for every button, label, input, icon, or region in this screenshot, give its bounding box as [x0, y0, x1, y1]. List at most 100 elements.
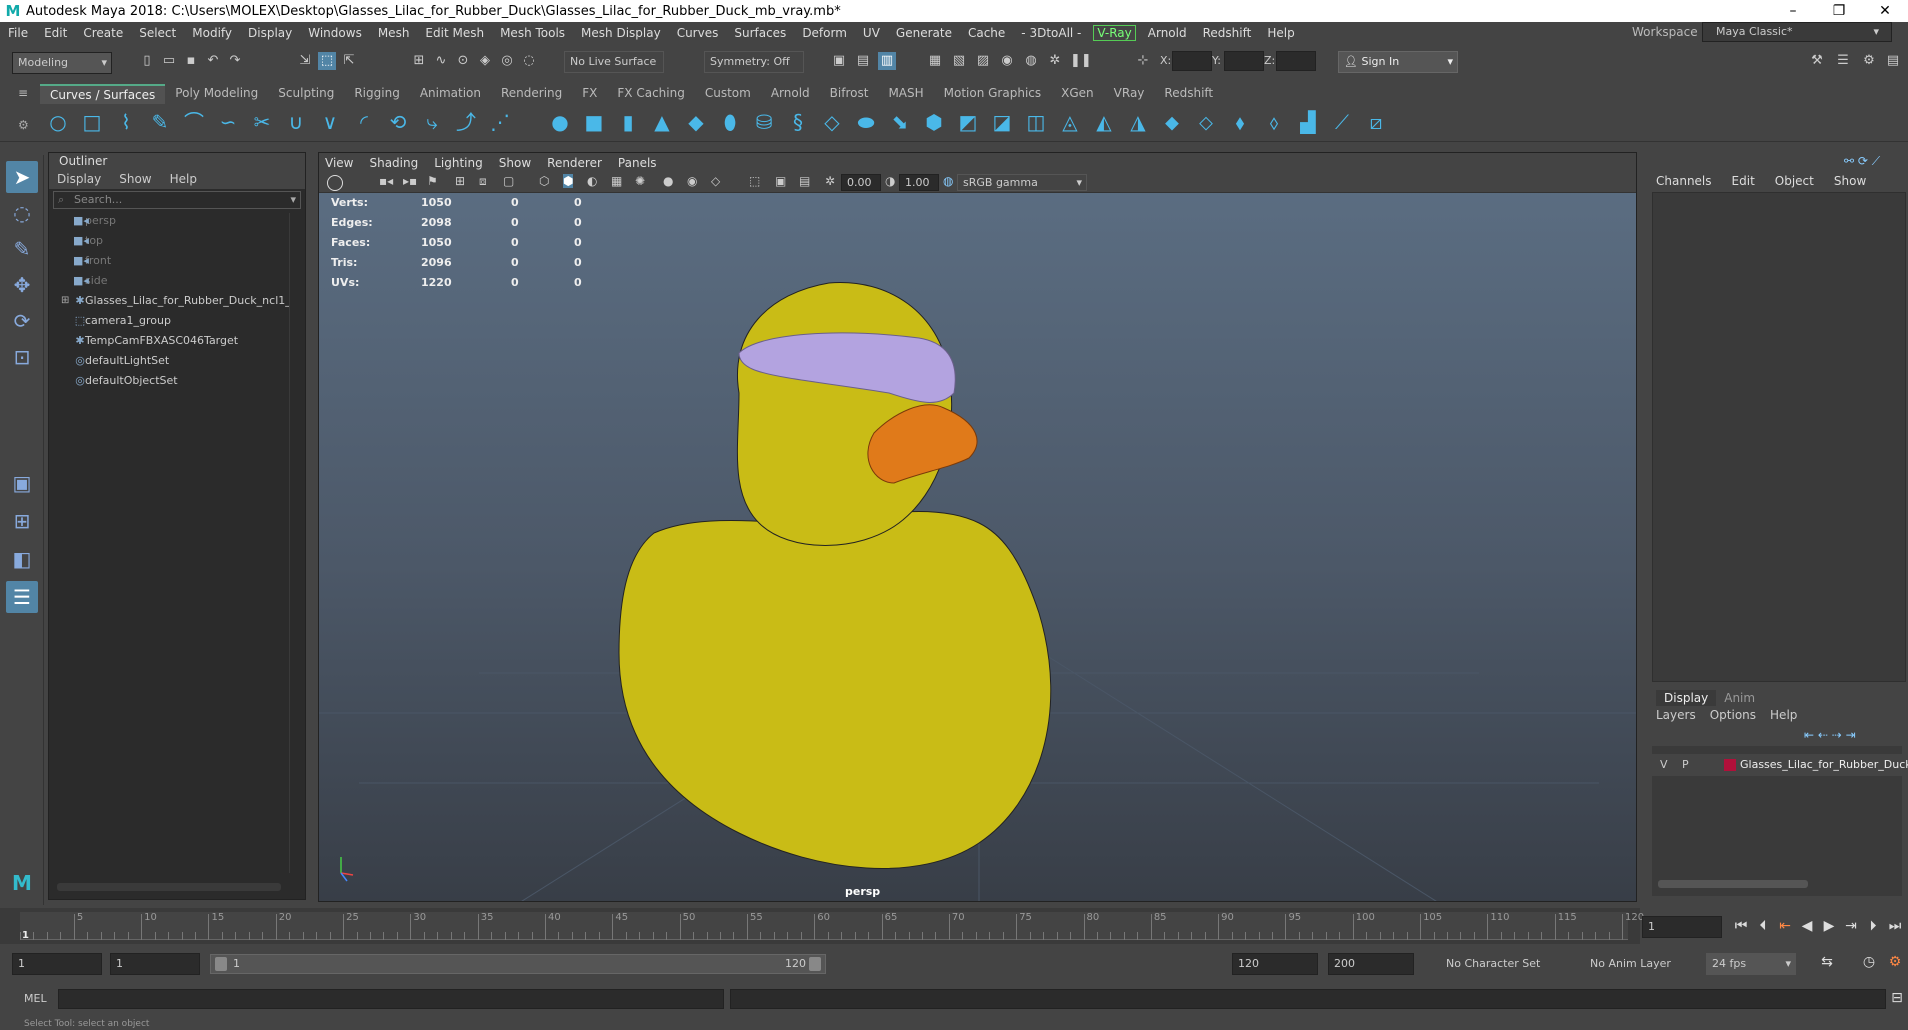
step-forward-key-icon[interactable]: ⇥	[1840, 918, 1862, 934]
new-scene-icon[interactable]: ▯	[138, 52, 156, 70]
layer-color-swatch[interactable]	[1724, 759, 1736, 771]
z-input[interactable]	[1276, 51, 1316, 71]
outliner-item[interactable]: ◎ defaultObjectSet	[49, 371, 305, 391]
snap-vertex-icon[interactable]: ◌	[520, 52, 538, 70]
viewport-menu-item[interactable]: Shading	[369, 156, 418, 170]
bookmark-icon[interactable]: ▸▪	[403, 174, 417, 188]
nurbs-circle-icon[interactable]: ○	[44, 108, 72, 136]
menu-item[interactable]: Edit Mesh	[417, 26, 492, 40]
bevel-icon[interactable]: ◪	[988, 108, 1016, 136]
light-editor-icon[interactable]: ✲	[1046, 52, 1064, 70]
nurbs-plane-icon[interactable]: ◆	[682, 108, 710, 136]
playback-start-input[interactable]: 1	[110, 953, 200, 975]
channel-menu-item[interactable]: Channels	[1656, 174, 1712, 188]
ipr-render-icon[interactable]: ▧	[950, 52, 968, 70]
render-view-icon[interactable]: ▥	[878, 52, 896, 70]
outliner-search-input[interactable]: ⌕ Search... ▾	[53, 191, 301, 209]
attribute-editor-icon[interactable]: ☰	[1834, 52, 1852, 70]
menu-item[interactable]: Surfaces	[726, 26, 794, 40]
shelf-tab[interactable]: MASH	[878, 84, 933, 104]
gamma-input[interactable]: 1.00	[899, 174, 939, 191]
smooth-shade-icon[interactable]: ⬢	[563, 174, 574, 188]
live-surface-field[interactable]: No Live Surface	[564, 51, 664, 73]
detach-curve-icon[interactable]: ∨	[316, 108, 344, 136]
rubber-duck-model[interactable]	[618, 282, 1052, 869]
expand-icon[interactable]: ⊞	[61, 291, 69, 311]
save-scene-icon[interactable]: ▪	[182, 52, 200, 70]
menu-item[interactable]: Arnold	[1140, 26, 1195, 40]
channel-box-area[interactable]	[1652, 192, 1906, 682]
channel-box-icon[interactable]: ▤	[1884, 52, 1902, 70]
layer-menu-item[interactable]: Help	[1770, 708, 1797, 722]
viewport-menu-item[interactable]: Panels	[618, 156, 657, 170]
menu-item[interactable]: Help	[1259, 26, 1302, 40]
menu-item[interactable]: Mesh Display	[573, 26, 669, 40]
duck-body[interactable]	[618, 511, 1052, 869]
play-backward-icon[interactable]: ◀	[1796, 918, 1818, 934]
shelf-tab[interactable]: FX Caching	[607, 84, 694, 104]
nurbs-cone-icon[interactable]: ▲	[648, 108, 676, 136]
snap-point-icon[interactable]: ⊙	[454, 52, 472, 70]
open-close-icon[interactable]: ⬧	[1226, 108, 1254, 136]
layer-menu-item[interactable]: Options	[1710, 708, 1756, 722]
nurbs-cylinder-icon[interactable]: ▮	[614, 108, 642, 136]
shelf-tab[interactable]: VRay	[1104, 84, 1155, 104]
select-tool-icon[interactable]: ➤	[6, 161, 38, 193]
go-to-start-icon[interactable]: ⏮	[1730, 918, 1752, 934]
shelf-tab[interactable]: Redshift	[1154, 84, 1223, 104]
outliner-item[interactable]: ⊞ ✱ Glasses_Lilac_for_Rubber_Duck_ncl1_	[49, 291, 305, 311]
transform-input-icon[interactable]: ⊹	[1134, 52, 1152, 70]
lights-icon[interactable]: ✺	[635, 174, 645, 188]
menu-item[interactable]: Generate	[888, 26, 960, 40]
range-handle-left[interactable]	[215, 957, 227, 971]
textured-icon[interactable]: ▦	[611, 174, 622, 188]
curve-tool-icon[interactable]: ⋰	[486, 108, 514, 136]
scene-start-input[interactable]: 1	[12, 953, 102, 975]
exposure-icon[interactable]: ✲	[825, 174, 835, 188]
menu-item[interactable]: Deform	[794, 26, 855, 40]
anim-layer-dropdown[interactable]: No Anim Layer	[1584, 953, 1684, 975]
loft-icon[interactable]: §	[784, 108, 812, 136]
script-editor-icon[interactable]: ⊟	[1886, 990, 1908, 1006]
auto-key-icon[interactable]: ◷	[1858, 954, 1880, 970]
modeling-toolkit-icon[interactable]: ⚒	[1808, 52, 1826, 70]
default-material-icon[interactable]: ◐	[587, 174, 597, 188]
history-icon[interactable]: ▣	[830, 52, 848, 70]
menu-item[interactable]: Modify	[184, 26, 240, 40]
untrim-icon[interactable]: ◬	[1056, 108, 1084, 136]
resolution-gate-icon[interactable]: ⧈	[479, 174, 487, 189]
square-surface-icon[interactable]: ◩	[954, 108, 982, 136]
camera-icon[interactable]: ▪◂	[379, 174, 393, 188]
nurbs-torus-icon[interactable]: ⬮	[716, 108, 744, 136]
open-scene-icon[interactable]: ▭	[160, 52, 178, 70]
shelf-tab[interactable]: Curves / Surfaces	[40, 84, 166, 104]
image-plane-icon[interactable]: ⚑	[427, 174, 438, 188]
color-space-dropdown[interactable]: sRGB gamma ▾	[957, 174, 1087, 191]
outliner-item[interactable]: ◎ defaultLightSet	[49, 351, 305, 371]
outliner-layout-icon[interactable]: ☰	[6, 581, 38, 613]
layer-buttons-icon[interactable]: ⇤ ⇠ ⇢ ⇥	[1804, 728, 1856, 742]
xray-icon[interactable]: ▣	[775, 174, 786, 188]
layer-tab[interactable]: Anim	[1716, 690, 1763, 706]
isolate-select-icon[interactable]: ⬚	[749, 174, 760, 188]
select-hierarchy-icon[interactable]: ⇲	[296, 52, 314, 70]
extend-curve-icon[interactable]: ⤷	[418, 108, 446, 136]
four-view-icon[interactable]: ⊞	[6, 505, 38, 537]
channel-menu-item[interactable]: Object	[1775, 174, 1814, 188]
close-icon[interactable]: ✕	[1862, 0, 1908, 22]
project-curve-icon[interactable]: ◮	[1124, 108, 1152, 136]
time-slider[interactable]: 1 5 10 15 20 25 30 35 40 45 50 55 60 65 70 75 80 85 90 95 1…	[0, 908, 1644, 944]
single-perspective-icon[interactable]: ▣	[6, 467, 38, 499]
shelf-menu-icon[interactable]: ≡	[18, 86, 28, 100]
sign-in-button[interactable]: 👤︎ Sign In ▾	[1338, 51, 1458, 73]
motion-blur-icon[interactable]: ◇	[711, 174, 720, 188]
layer-scrollbar[interactable]	[1658, 880, 1808, 888]
snap-grid-icon[interactable]: ⊞	[410, 52, 428, 70]
menu-item[interactable]: - 3DtoAll -	[1013, 26, 1089, 40]
menu-item[interactable]: Mesh Tools	[492, 26, 573, 40]
safe-action-icon[interactable]: ▢	[503, 174, 514, 188]
rebuild-surface-icon[interactable]: ⧄	[1362, 108, 1390, 136]
attach-curve-icon[interactable]: ∪	[282, 108, 310, 136]
boundary-icon[interactable]: ⬢	[920, 108, 948, 136]
menu-item[interactable]: Cache	[960, 26, 1013, 40]
